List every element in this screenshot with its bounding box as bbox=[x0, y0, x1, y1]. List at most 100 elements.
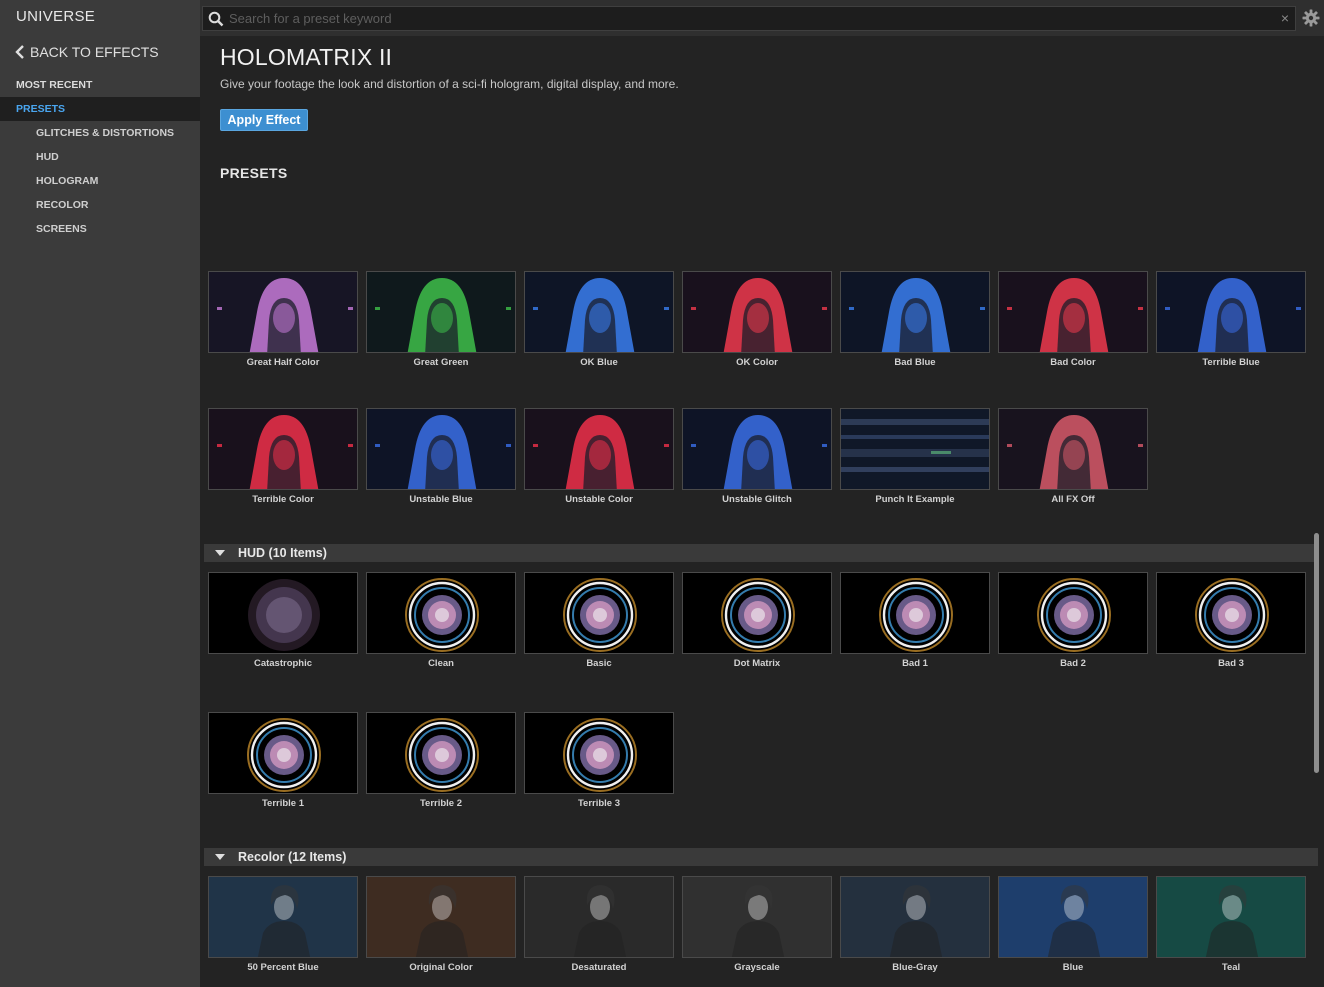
preset-tile[interactable]: Desaturated bbox=[524, 876, 674, 973]
preset-label: Dot Matrix bbox=[733, 658, 781, 669]
preset-tile[interactable]: Bad Blue bbox=[840, 271, 990, 368]
preset-preview-image bbox=[525, 573, 673, 653]
preset-preview-image bbox=[367, 272, 515, 352]
preset-preview-image bbox=[209, 573, 357, 653]
preset-preview-image bbox=[1157, 573, 1305, 653]
recolor-section-header[interactable]: Recolor (12 Items) bbox=[204, 848, 1318, 866]
preset-label: Great Half Color bbox=[246, 357, 320, 368]
preset-tile[interactable]: Punch It Example bbox=[840, 408, 990, 505]
back-to-effects-button[interactable]: BACK TO EFFECTS bbox=[14, 44, 159, 60]
preset-tile[interactable]: Blue bbox=[998, 876, 1148, 973]
preset-preview-image bbox=[367, 409, 515, 489]
preset-preview-image bbox=[683, 409, 831, 489]
preset-thumbnail bbox=[366, 408, 516, 490]
preset-tile[interactable]: Original Color bbox=[366, 876, 516, 973]
preset-thumbnail bbox=[208, 712, 358, 794]
preset-preview-image bbox=[209, 877, 357, 957]
page-description: Give your footage the look and distortio… bbox=[220, 77, 679, 91]
sidebar-item-hologram[interactable]: HOLOGRAM bbox=[0, 169, 200, 193]
preset-tile[interactable]: OK Color bbox=[682, 271, 832, 368]
sidebar-item-hud[interactable]: HUD bbox=[0, 145, 200, 169]
preset-tile[interactable]: Teal bbox=[1156, 876, 1306, 973]
preset-thumbnail bbox=[998, 271, 1148, 353]
preset-preview-image bbox=[367, 877, 515, 957]
preset-tile[interactable]: Bad 1 bbox=[840, 572, 990, 669]
sidebar-item-recolor[interactable]: RECOLOR bbox=[0, 193, 200, 217]
preset-tile[interactable]: Blue-Gray bbox=[840, 876, 990, 973]
preset-tile[interactable]: 50 Percent Blue bbox=[208, 876, 358, 973]
preset-tile[interactable]: OK Blue bbox=[524, 271, 674, 368]
search-input[interactable] bbox=[229, 8, 1269, 29]
preset-thumbnail bbox=[998, 876, 1148, 958]
preset-thumbnail bbox=[208, 408, 358, 490]
preset-thumbnail bbox=[840, 572, 990, 654]
preset-tile[interactable]: Bad 3 bbox=[1156, 572, 1306, 669]
preset-tile[interactable]: Great Green bbox=[366, 271, 516, 368]
preset-tile[interactable]: Catastrophic bbox=[208, 572, 358, 669]
preset-preview-image bbox=[209, 272, 357, 352]
preset-tile[interactable]: Unstable Blue bbox=[366, 408, 516, 505]
preset-label: Terrible Blue bbox=[1202, 357, 1260, 368]
preset-tile[interactable]: Dot Matrix bbox=[682, 572, 832, 669]
preset-thumbnail bbox=[682, 876, 832, 958]
clear-search-icon[interactable]: × bbox=[1281, 10, 1289, 26]
app-window: UNIVERSE BACK TO EFFECTS MOST RECENT PRES… bbox=[0, 0, 1324, 987]
preset-tile[interactable]: Bad Color bbox=[998, 271, 1148, 368]
preset-preview-image bbox=[841, 573, 989, 653]
preset-preview-image bbox=[525, 713, 673, 793]
preset-tile[interactable]: Grayscale bbox=[682, 876, 832, 973]
hud-section-label: HUD (10 Items) bbox=[238, 546, 327, 560]
sidebar-item-most-recent[interactable]: MOST RECENT bbox=[0, 73, 200, 97]
preset-label: Punch It Example bbox=[875, 494, 955, 505]
sidebar-item-presets[interactable]: PRESETS bbox=[0, 97, 200, 121]
preset-label: Unstable Glitch bbox=[722, 494, 792, 505]
preset-label: Terrible 3 bbox=[577, 798, 621, 809]
hud-section-header[interactable]: HUD (10 Items) bbox=[204, 544, 1318, 562]
preset-tile[interactable]: Unstable Color bbox=[524, 408, 674, 505]
preset-tile[interactable]: All FX Off bbox=[998, 408, 1148, 505]
preset-label: Great Green bbox=[413, 357, 469, 368]
gear-icon[interactable] bbox=[1302, 9, 1320, 27]
search-box: × bbox=[202, 6, 1296, 31]
preset-label: All FX Off bbox=[1051, 494, 1095, 505]
preset-thumbnail bbox=[366, 271, 516, 353]
preset-label: Terrible 2 bbox=[419, 798, 463, 809]
preset-thumbnail bbox=[1156, 876, 1306, 958]
preset-thumbnail bbox=[840, 408, 990, 490]
presets-heading: PRESETS bbox=[220, 165, 288, 181]
brand-title: UNIVERSE bbox=[16, 8, 96, 25]
preset-tile[interactable]: Great Half Color bbox=[208, 271, 358, 368]
preset-preview-image bbox=[683, 272, 831, 352]
preset-thumbnail bbox=[682, 572, 832, 654]
apply-effect-button[interactable]: Apply Effect bbox=[220, 109, 308, 131]
top-bar: × bbox=[200, 0, 1324, 36]
preset-tile[interactable]: Basic bbox=[524, 572, 674, 669]
preset-tile[interactable]: Terrible Blue bbox=[1156, 271, 1306, 368]
preset-label: Grayscale bbox=[734, 962, 780, 973]
sidebar-item-screens[interactable]: SCREENS bbox=[0, 217, 200, 241]
sidebar-item-glitches-distortions[interactable]: GLITCHES & DISTORTIONS bbox=[0, 121, 200, 145]
preset-preview-image bbox=[209, 713, 357, 793]
preset-thumbnail bbox=[208, 271, 358, 353]
preset-thumbnail bbox=[998, 572, 1148, 654]
preset-tile[interactable]: Unstable Glitch bbox=[682, 408, 832, 505]
preset-preview-image bbox=[841, 272, 989, 352]
preset-tile[interactable]: Terrible 2 bbox=[366, 712, 516, 809]
preset-tile[interactable]: Clean bbox=[366, 572, 516, 669]
preset-tile[interactable]: Terrible Color bbox=[208, 408, 358, 505]
preset-tile[interactable]: Bad 2 bbox=[998, 572, 1148, 669]
scrollbar-thumb[interactable] bbox=[1314, 533, 1319, 773]
preset-thumbnail bbox=[208, 572, 358, 654]
search-icon bbox=[208, 11, 224, 27]
preset-thumbnail bbox=[682, 408, 832, 490]
preset-thumbnail bbox=[524, 712, 674, 794]
preset-tile[interactable]: Terrible 1 bbox=[208, 712, 358, 809]
preset-tile[interactable]: Terrible 3 bbox=[524, 712, 674, 809]
preset-thumbnail bbox=[1156, 271, 1306, 353]
preset-thumbnail bbox=[524, 572, 674, 654]
preset-label: 50 Percent Blue bbox=[247, 962, 319, 973]
preset-label: Terrible Color bbox=[252, 494, 314, 505]
preset-label: Teal bbox=[1221, 962, 1241, 973]
sidebar: UNIVERSE BACK TO EFFECTS MOST RECENT PRES… bbox=[0, 0, 200, 987]
preset-preview-image bbox=[999, 409, 1147, 489]
